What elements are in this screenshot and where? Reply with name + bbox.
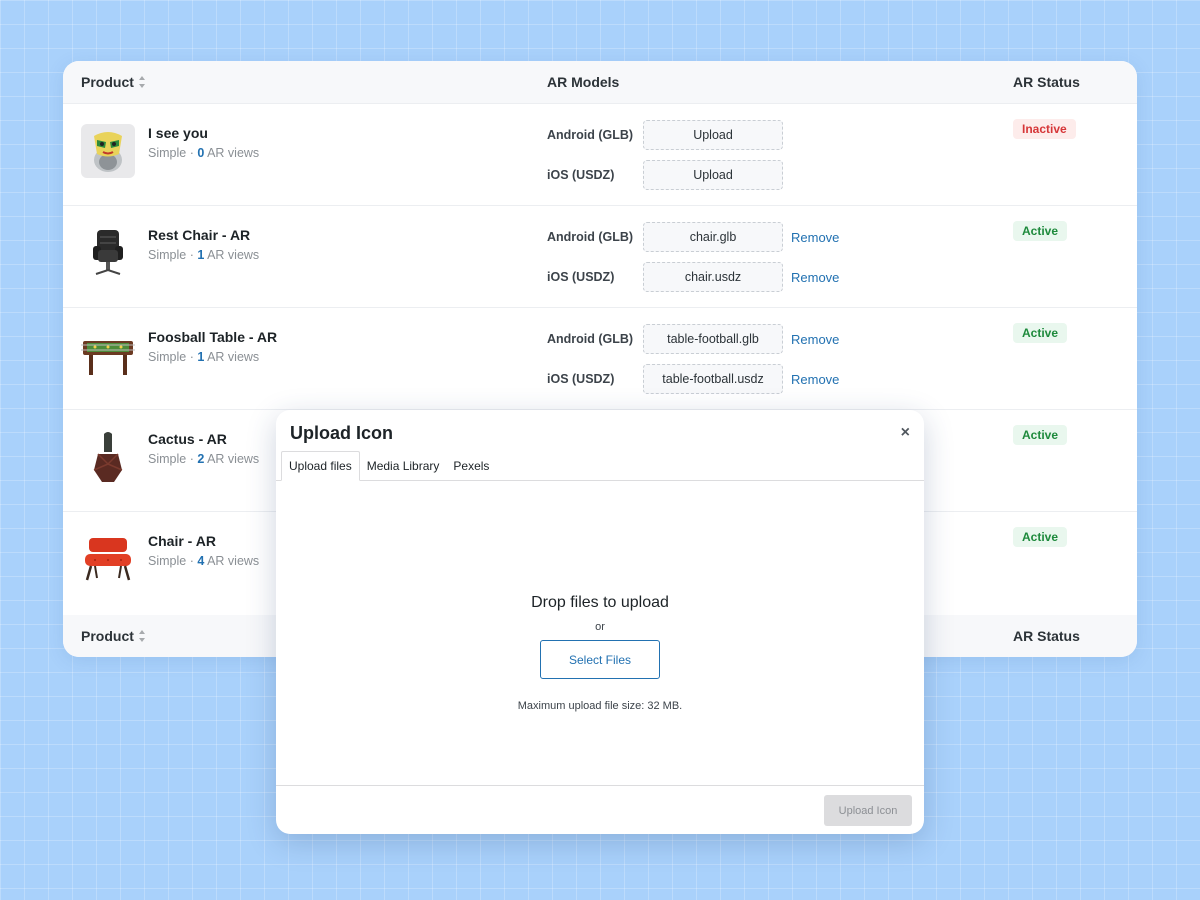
tab-pexels[interactable]: Pexels [446, 451, 496, 481]
product-meta: Simple · 2 AR views [148, 452, 260, 466]
product-name[interactable]: Foosball Table - AR [148, 329, 277, 345]
max-upload-size-note: Maximum upload file size: 32 MB. [517, 700, 683, 712]
modal-footer: Upload Icon [276, 785, 924, 834]
table-row: I see you Simple · 0 AR views Android (G… [63, 103, 1137, 205]
product-name[interactable]: Rest Chair - AR [148, 227, 250, 243]
remove-ios-link[interactable]: Remove [791, 372, 839, 387]
drop-zone-title[interactable]: Drop files to upload [276, 594, 924, 612]
ios-label: iOS (USDZ) [547, 168, 615, 182]
android-model-line: Android (GLB) Upload [547, 120, 783, 150]
table-row: Foosball Table - AR Simple · 1 AR views … [63, 307, 1137, 409]
column-header-product[interactable]: Product [81, 74, 146, 90]
ios-model-line: iOS (USDZ) table-football.usdz Remove [547, 364, 839, 394]
ar-views-count: 1 [197, 248, 205, 262]
red-chair-icon [81, 532, 135, 586]
ios-model-line: iOS (USDZ) chair.usdz Remove [547, 262, 839, 292]
upload-icon-modal: Upload Icon × Upload files Media Library… [276, 410, 924, 834]
ios-file-box[interactable]: chair.usdz [643, 262, 783, 292]
android-label: Android (GLB) [547, 332, 634, 346]
product-meta: Simple · 1 AR views [148, 350, 260, 364]
table-header: Product AR Models AR Status [63, 61, 1137, 103]
ios-model-line: iOS (USDZ) Upload [547, 160, 783, 190]
modal-title: Upload Icon [290, 423, 393, 443]
status-badge: Active [1013, 425, 1068, 445]
android-model-line: Android (GLB) table-football.glb Remove [547, 324, 839, 354]
remove-android-link[interactable]: Remove [791, 230, 839, 245]
sort-icon[interactable] [138, 76, 146, 88]
ar-views-count: 0 [197, 146, 205, 160]
remove-android-link[interactable]: Remove [791, 332, 839, 347]
android-file-box[interactable]: chair.glb [643, 222, 783, 252]
status-badge: Active [1013, 527, 1068, 547]
mask-sculpture-icon [81, 124, 135, 178]
android-label: Android (GLB) [547, 230, 634, 244]
status-badge: Inactive [1013, 119, 1076, 139]
tab-upload-files[interactable]: Upload files [281, 451, 360, 481]
product-meta: Simple · 0 AR views [148, 146, 260, 160]
android-file-box[interactable]: table-football.glb [643, 324, 783, 354]
column-header-ar-models: AR Models [547, 74, 620, 90]
status-badge: Active [1013, 323, 1068, 343]
status-badge: Active [1013, 221, 1068, 241]
modal-tabs: Upload files Media Library Pexels [276, 451, 924, 481]
ios-label: iOS (USDZ) [547, 270, 615, 284]
column-header-ar-status: AR Status [1013, 628, 1080, 644]
tab-media-library[interactable]: Media Library [360, 451, 447, 481]
android-model-line: Android (GLB) chair.glb Remove [547, 222, 839, 252]
ios-label: iOS (USDZ) [547, 372, 615, 386]
ios-upload-button[interactable]: Upload [643, 160, 783, 190]
product-name[interactable]: I see you [148, 125, 208, 141]
product-name[interactable]: Chair - AR [148, 533, 216, 549]
android-upload-button[interactable]: Upload [643, 120, 783, 150]
ar-views-count: 1 [197, 350, 205, 364]
product-meta: Simple · 4 AR views [148, 554, 260, 568]
sort-icon[interactable] [138, 630, 146, 642]
ar-views-count: 2 [197, 452, 205, 466]
column-header-ar-status: AR Status [1013, 74, 1080, 90]
drop-zone-or: or [595, 621, 605, 633]
column-header-product[interactable]: Product [81, 628, 146, 644]
select-files-button[interactable]: Select Files [540, 640, 660, 679]
product-name[interactable]: Cactus - AR [148, 431, 227, 447]
close-icon[interactable]: × [901, 424, 910, 442]
ios-file-box[interactable]: table-football.usdz [643, 364, 783, 394]
product-meta: Simple · 1 AR views [148, 248, 260, 262]
ar-views-count: 4 [197, 554, 205, 568]
cactus-pot-icon [81, 430, 135, 484]
remove-ios-link[interactable]: Remove [791, 270, 839, 285]
foosball-table-icon [81, 328, 135, 382]
android-label: Android (GLB) [547, 128, 634, 142]
upload-icon-button[interactable]: Upload Icon [824, 795, 912, 826]
table-row: Rest Chair - AR Simple · 1 AR views Andr… [63, 205, 1137, 307]
armchair-icon [81, 226, 135, 280]
